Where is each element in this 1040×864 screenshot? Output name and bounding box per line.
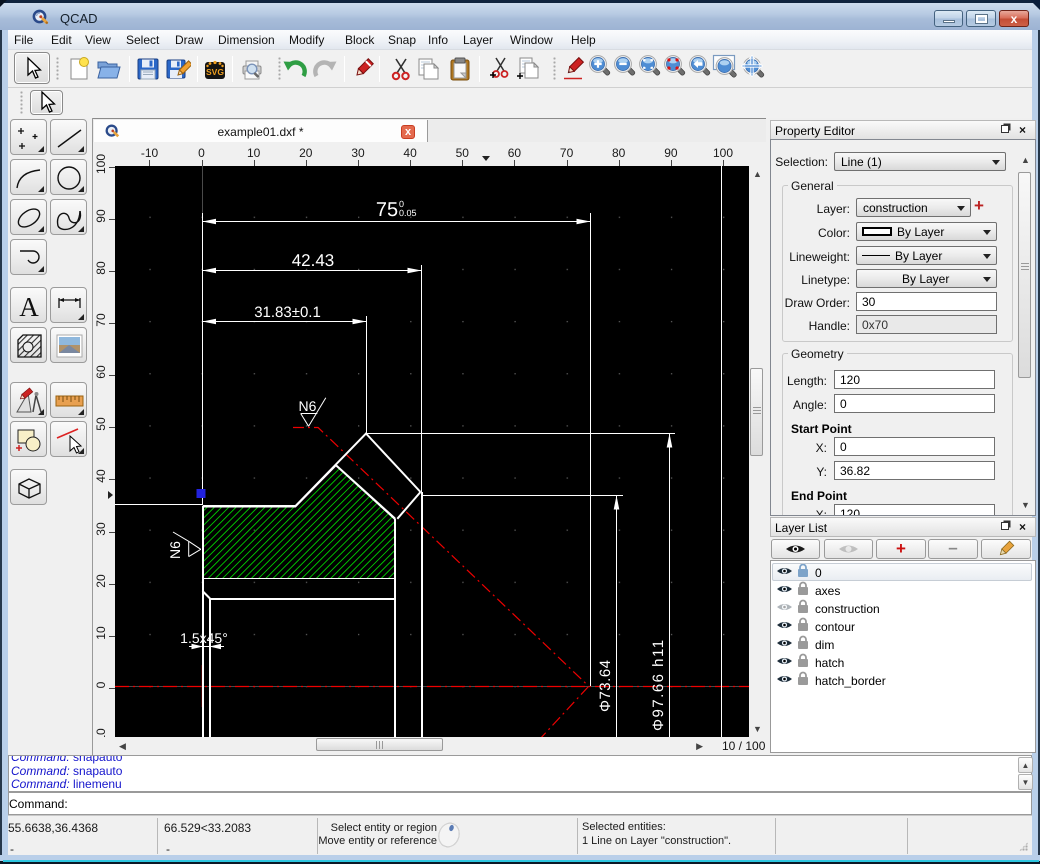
svg-text:75: 75 xyxy=(376,199,398,221)
svg-text:A: A xyxy=(19,292,39,322)
svg-text:0.05: 0.05 xyxy=(399,208,417,218)
svg-text:Φ73.64: Φ73.64 xyxy=(597,659,614,712)
svg-text:N6: N6 xyxy=(167,541,183,559)
svg-text:Φ97.66 h11: Φ97.66 h11 xyxy=(650,638,667,731)
svg-text:31.83±0.1: 31.83±0.1 xyxy=(254,304,321,321)
svg-text:SVG: SVG xyxy=(206,67,224,77)
svg-text:N6: N6 xyxy=(299,398,317,414)
svg-text:42.43: 42.43 xyxy=(292,251,335,270)
svg-text:1.5x45°: 1.5x45° xyxy=(180,630,228,646)
